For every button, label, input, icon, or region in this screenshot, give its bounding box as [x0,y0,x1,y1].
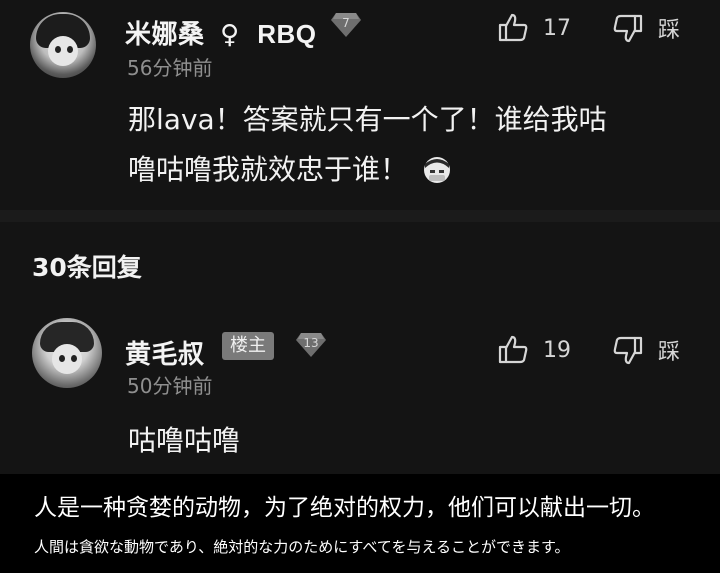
op-badge: 楼主 [222,332,274,360]
comment-body: 那lava！答案就只有一个了！谁给我咕 噜咕噜我就效忠于谁！ [128,95,698,195]
reply-dislike-button[interactable]: 踩 [612,334,680,366]
subtitle-overlay: 人是一种贪婪的动物，为了绝对的权力，他们可以献出一切。 人間は貪欲な動物であり、… [0,474,720,573]
comment-text-line2-text: 噜咕噜我就效忠于谁！ [128,153,409,186]
reply-level-badge: 13 [295,332,327,358]
reply-avatar[interactable] [32,318,102,388]
like-count: 17 [543,15,571,41]
dislike-label: 踩 [658,18,681,43]
username[interactable]: 米娜桑 ♀ RBQ [125,14,316,51]
username-text[interactable]: 米娜桑 [125,20,205,50]
like-button[interactable]: 17 [497,12,571,44]
emoji-face-icon [424,157,451,183]
thumbs-down-icon [613,336,643,365]
thumbs-up-icon [498,13,528,42]
comment-text-line1: 那lava！答案就只有一个了！谁给我咕 [128,103,607,136]
comment-text-line2: 噜咕噜我就效忠于谁！ [128,145,698,195]
reply-time: 50分钟前 [127,374,213,398]
thumbs-up-icon [498,335,528,364]
user-tag: RBQ [257,19,317,49]
reply-level-number: 13 [303,336,319,350]
dislike-button[interactable]: 踩 [612,12,680,44]
subtitle-chinese: 人是一种贪婪的动物，为了绝对的权力，他们可以献出一切。 [34,495,655,521]
comment-time: 56分钟前 [127,56,213,80]
avatar[interactable] [30,12,96,78]
reply-count-label[interactable]: 30条回复 [32,248,142,284]
reply-like-button[interactable]: 19 [497,334,571,366]
gender-icon: ♀ [220,20,240,50]
thumbs-down-icon [613,14,643,43]
subtitle-japanese: 人間は貪欲な動物であり、絶対的な力のためにすべてを与えることができます。 [34,538,570,556]
reply-text: 咕噜咕噜 [128,424,241,457]
level-badge: 7 [330,12,362,38]
reply-like-count: 19 [543,337,571,363]
level-number: 7 [342,16,350,30]
section-divider [0,210,720,222]
reply-dislike-label: 踩 [658,340,681,365]
reply-username[interactable]: 黄毛叔 [125,334,205,371]
